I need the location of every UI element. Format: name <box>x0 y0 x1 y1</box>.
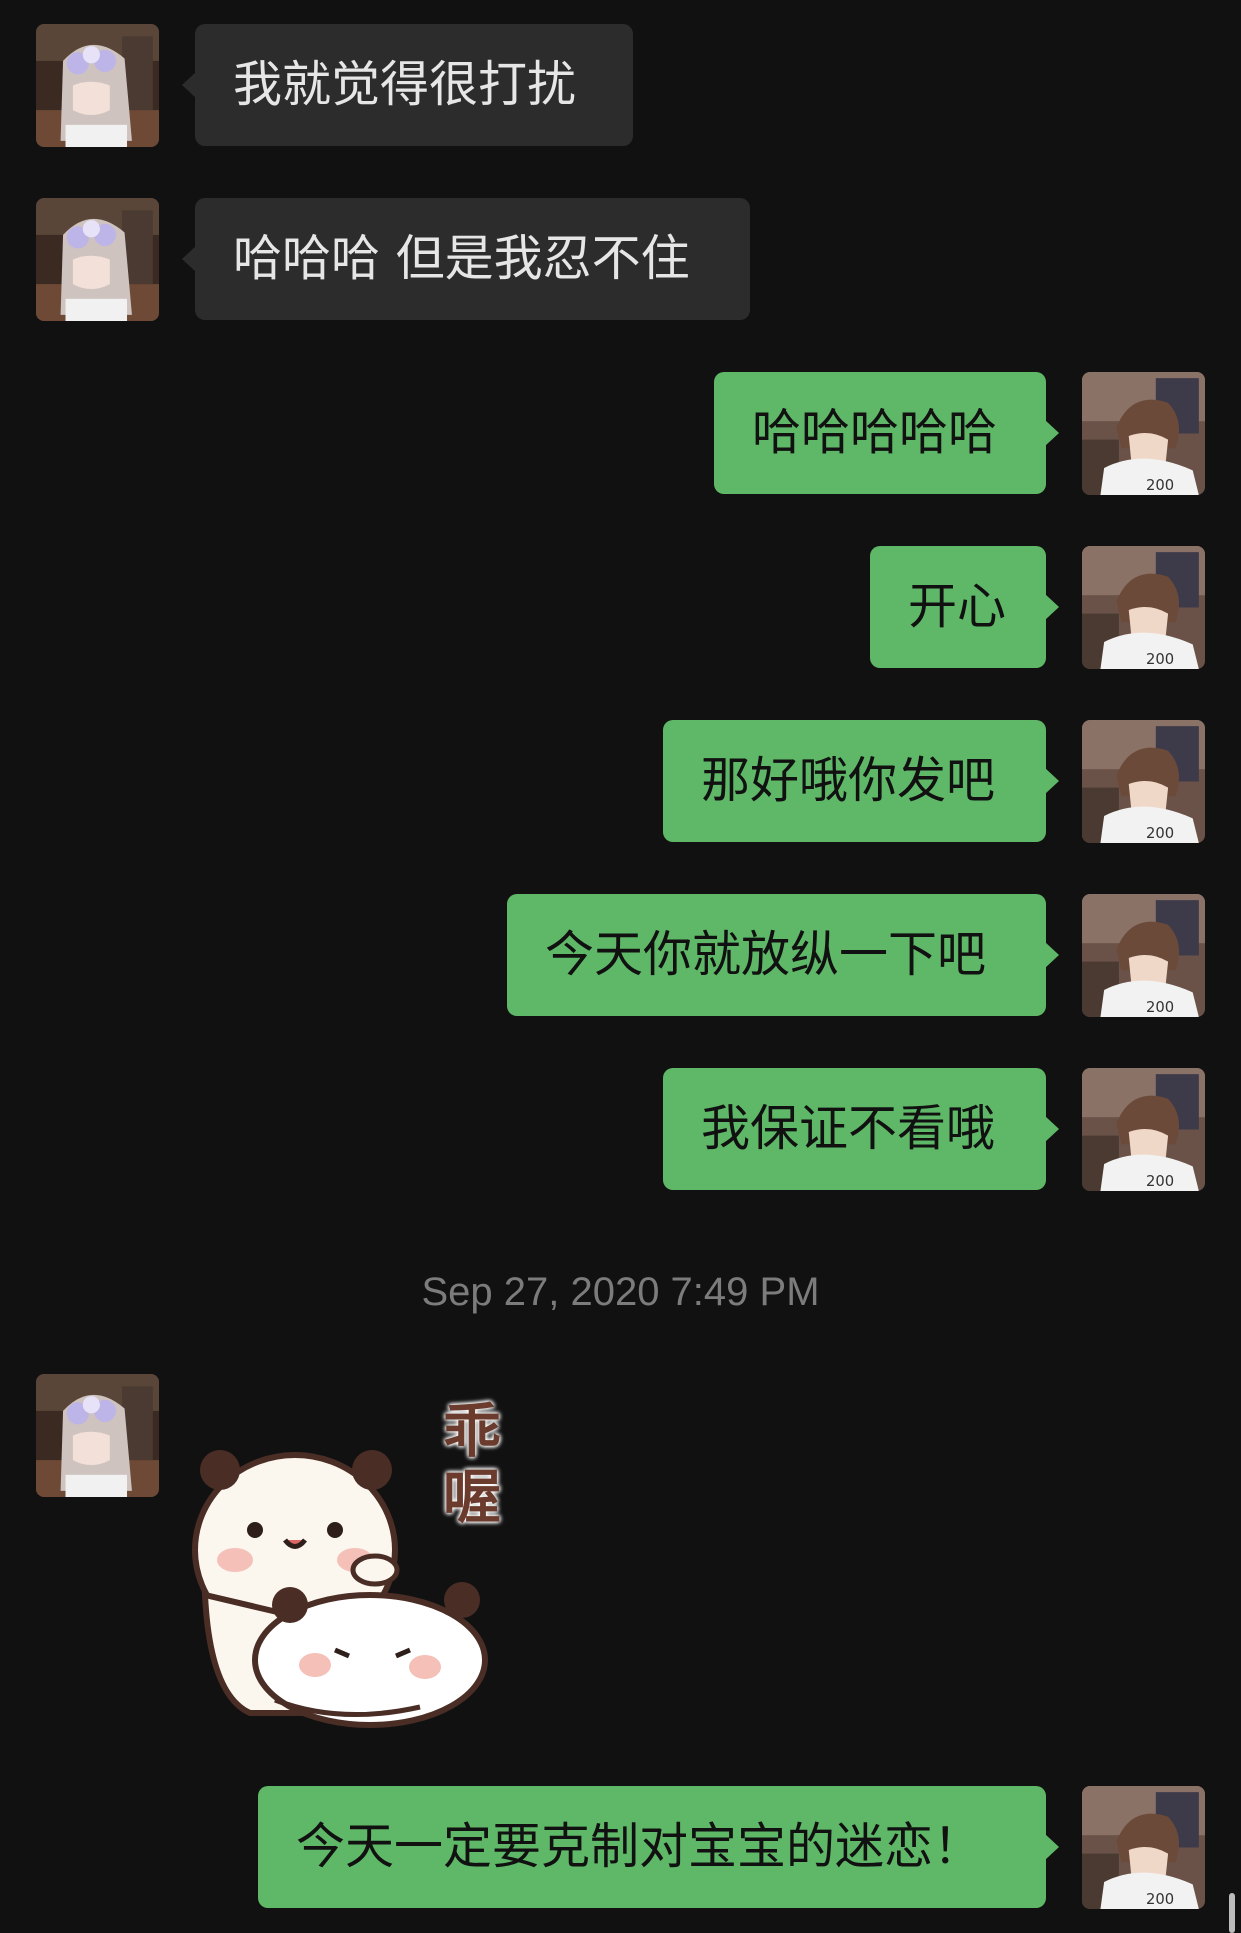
my-avatar[interactable] <box>1082 546 1205 669</box>
outgoing-message-bubble[interactable]: 我保证不看哦 <box>663 1068 1059 1190</box>
girl-avatar-icon <box>36 1374 159 1497</box>
outgoing-message-bubble[interactable]: 今天一定要克制对宝宝的迷恋！ <box>258 1786 1059 1908</box>
outgoing-message-bubble[interactable]: 今天你就放纵一下吧 <box>507 894 1059 1016</box>
outgoing-message-bubble[interactable]: 开心 <box>870 546 1059 668</box>
contact-avatar[interactable] <box>36 198 159 321</box>
incoming-message-bubble[interactable]: 我就觉得很打扰 <box>182 24 633 146</box>
contact-avatar[interactable] <box>36 1374 159 1497</box>
girl-avatar-icon <box>36 198 159 321</box>
outgoing-message-bubble[interactable]: 那好哦你发吧 <box>663 720 1059 842</box>
boy-avatar-icon <box>1082 1786 1205 1909</box>
scrollbar[interactable] <box>1229 1893 1235 1933</box>
boy-avatar-icon <box>1082 894 1205 1017</box>
my-avatar[interactable] <box>1082 894 1205 1017</box>
outgoing-message-bubble[interactable]: 哈哈哈哈哈 <box>714 372 1059 494</box>
contact-avatar[interactable] <box>36 24 159 147</box>
boy-avatar-icon <box>1082 1068 1205 1191</box>
boy-avatar-icon <box>1082 546 1205 669</box>
message-timestamp: Sep 27, 2020 7:49 PM <box>421 1270 820 1314</box>
girl-avatar-icon <box>36 24 159 147</box>
my-avatar[interactable] <box>1082 1068 1205 1191</box>
my-avatar[interactable] <box>1082 1786 1205 1909</box>
incoming-message-bubble[interactable]: 哈哈哈 但是我忍不住 <box>182 198 750 320</box>
my-avatar[interactable] <box>1082 372 1205 495</box>
boy-avatar-icon <box>1082 372 1205 495</box>
my-avatar[interactable] <box>1082 720 1205 843</box>
boy-avatar-icon <box>1082 720 1205 843</box>
sticker-caption: 乖喔 <box>442 1397 501 1531</box>
